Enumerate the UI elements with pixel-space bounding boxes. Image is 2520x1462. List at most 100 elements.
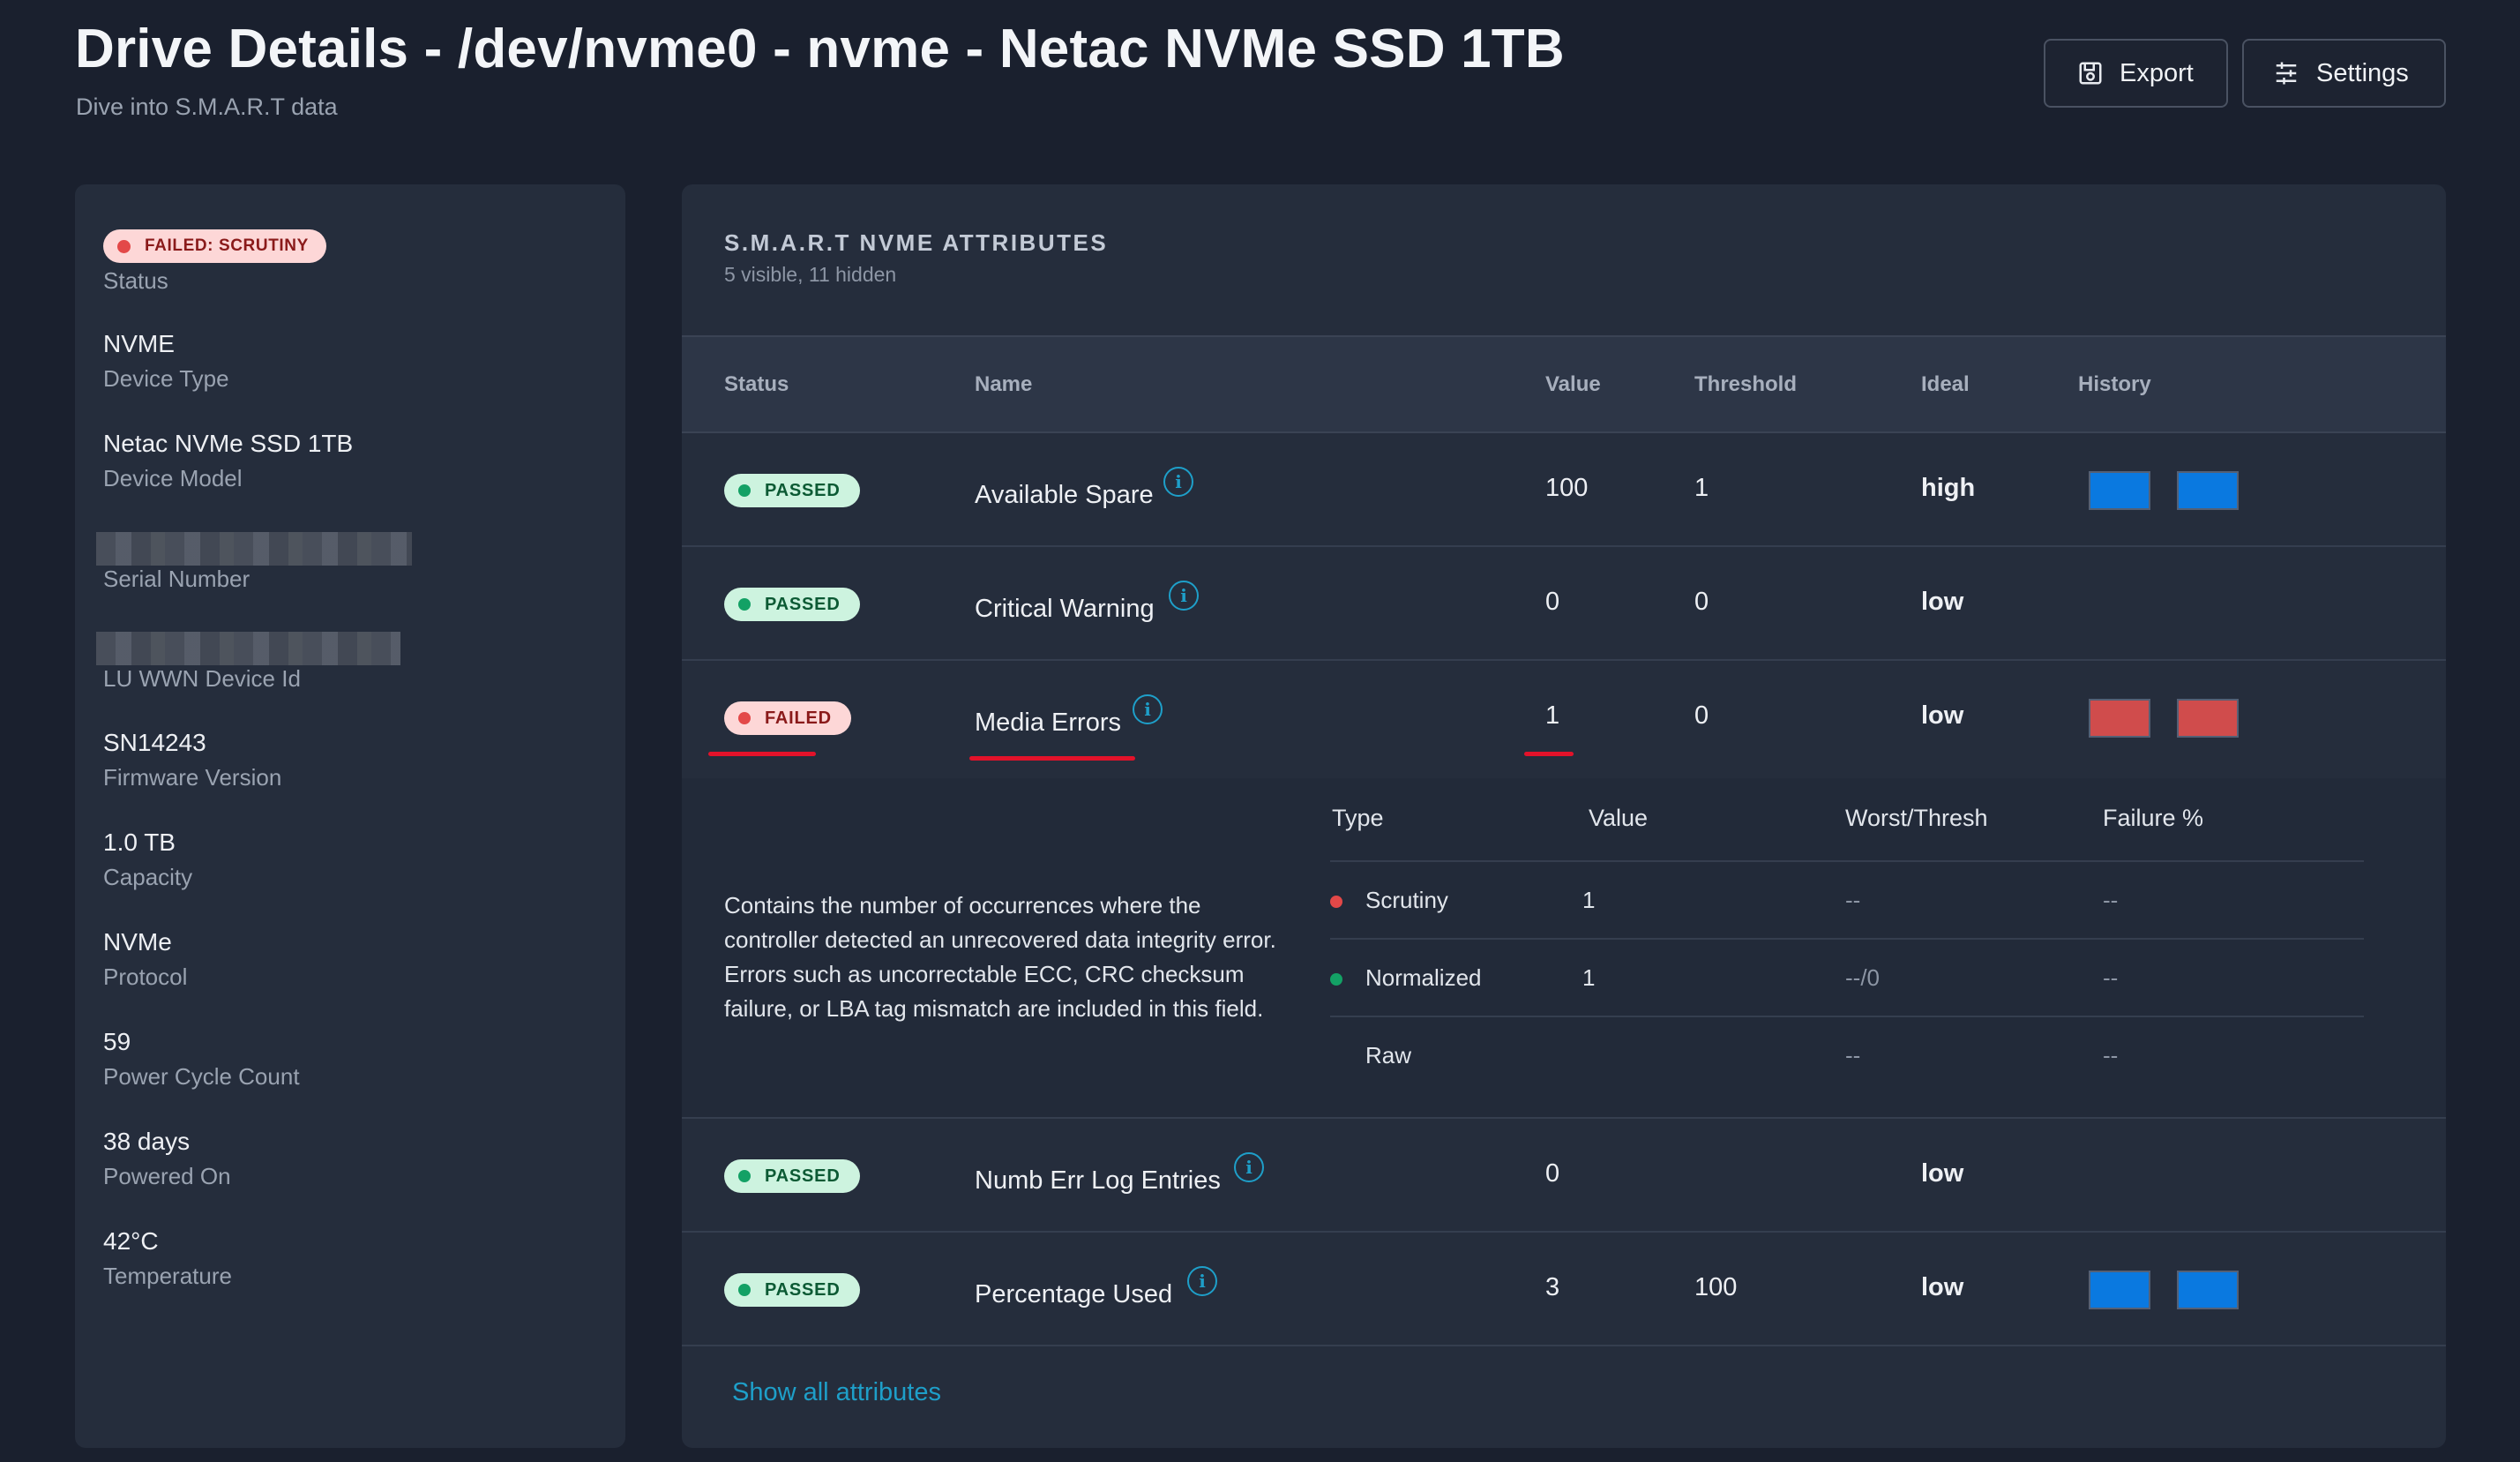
attributes-title: S.M.A.R.T NVME ATTRIBUTES <box>724 229 1109 256</box>
detail-row: Scrutiny 1 -- -- <box>1330 860 2364 940</box>
serial-number-redacted <box>96 532 412 566</box>
info-icon[interactable]: i <box>1187 1266 1217 1296</box>
detail-failure: -- <box>2103 1042 2119 1068</box>
info-icon[interactable]: i <box>1234 1152 1264 1182</box>
col-ideal[interactable]: Ideal <box>1921 372 1970 397</box>
attribute-name: Available Spare <box>975 481 1154 509</box>
sliders-icon <box>2276 62 2297 85</box>
power-cycle-value: 59 <box>103 1028 131 1055</box>
device-type-label: Device Type <box>103 365 229 392</box>
wwn-field: LU WWN Device Id <box>103 665 301 693</box>
attribute-value: 0 <box>1545 1159 1560 1188</box>
firmware-value: SN14243 <box>103 729 206 756</box>
passed-dot <box>1330 973 1342 986</box>
status-pill: PASSED <box>724 588 860 621</box>
attribute-ideal: low <box>1921 701 1964 730</box>
col-name[interactable]: Name <box>975 372 1032 397</box>
detail-worst: -- <box>1845 1042 1861 1068</box>
detail-row: Normalized 1 --/0 -- <box>1330 938 2364 1017</box>
info-icon[interactable]: i <box>1133 694 1163 724</box>
capacity-value: 1.0 TB <box>103 828 176 856</box>
detail-type: Scrutiny <box>1365 887 1448 913</box>
status-dot <box>738 1170 751 1182</box>
col-value[interactable]: Value <box>1545 372 1601 397</box>
protocol-label: Protocol <box>103 963 188 990</box>
col-threshold[interactable]: Threshold <box>1694 372 1797 397</box>
wwn-redacted <box>96 632 400 665</box>
history-bar <box>2177 1271 2239 1309</box>
history-bar <box>2089 471 2150 510</box>
status-dot <box>738 1284 751 1296</box>
capacity-field: 1.0 TB Capacity <box>103 828 192 891</box>
page-subtitle: Dive into S.M.A.R.T data <box>76 94 338 120</box>
highlight-underline <box>969 756 1135 761</box>
status-text: PASSED <box>765 1166 841 1186</box>
protocol-value: NVMe <box>103 928 172 956</box>
export-label: Export <box>2120 58 2194 87</box>
powered-on-value: 38 days <box>103 1128 191 1155</box>
capacity-label: Capacity <box>103 864 193 890</box>
device-model-field: Netac NVMe SSD 1TB Device Model <box>103 430 353 492</box>
power-cycle-label: Power Cycle Count <box>103 1063 300 1090</box>
table-header: Status Name Value Threshold Ideal Histor… <box>682 335 2446 433</box>
status-text: PASSED <box>765 1279 841 1300</box>
detail-col-worst: Worst/Thresh <box>1845 805 1988 831</box>
show-all-attributes-link[interactable]: Show all attributes <box>732 1378 941 1407</box>
attribute-threshold: 100 <box>1694 1273 1738 1301</box>
device-model-label: Device Model <box>103 465 243 491</box>
device-info-panel: FAILED: SCRUTINY Status NVME Device Type… <box>75 184 625 1448</box>
detail-failure: -- <box>2103 887 2119 913</box>
highlight-underline <box>708 752 816 756</box>
status-badge: FAILED: SCRUTINY <box>103 229 326 263</box>
detail-type: Normalized <box>1365 964 1482 991</box>
detail-col-value: Value <box>1589 805 1649 831</box>
attribute-description: Contains the number of occurrences where… <box>724 892 1276 1022</box>
detail-worst: --/0 <box>1845 964 1880 991</box>
detail-row: Raw -- -- <box>1330 1016 2364 1095</box>
info-icon[interactable]: i <box>1169 581 1199 611</box>
table-row[interactable]: PASSED Available Spare i 100 1 high <box>682 433 2446 547</box>
detail-type: Raw <box>1365 1042 1412 1068</box>
attribute-value: 1 <box>1545 701 1560 730</box>
failed-dot <box>1330 896 1342 908</box>
attributes-panel: S.M.A.R.T NVME ATTRIBUTES 5 visible, 11 … <box>682 184 2446 1448</box>
history-bar <box>2089 699 2150 738</box>
firmware-field: SN14243 Firmware Version <box>103 729 281 791</box>
col-status[interactable]: Status <box>724 372 789 397</box>
page-title: Drive Details - /dev/nvme0 - nvme - Neta… <box>75 19 1565 79</box>
table-row[interactable]: PASSED Critical Warning i 0 0 low <box>682 547 2446 661</box>
settings-button[interactable]: Settings <box>2242 39 2446 108</box>
table-row[interactable]: PASSED Numb Err Log Entries i 0 low <box>682 1119 2446 1233</box>
detail-worst: -- <box>1845 887 1861 913</box>
settings-label: Settings <box>2316 58 2409 87</box>
attribute-ideal: low <box>1921 588 1964 616</box>
attribute-threshold: 0 <box>1694 701 1709 730</box>
device-type-value: NVME <box>103 330 175 357</box>
status-text: FAILED <box>765 708 832 728</box>
history-bar <box>2089 1271 2150 1309</box>
export-button[interactable]: Export <box>2044 39 2228 108</box>
table-row[interactable]: PASSED Percentage Used i 3 100 low <box>682 1233 2446 1346</box>
col-history[interactable]: History <box>2078 372 2151 397</box>
status-label: Status <box>103 267 168 294</box>
table-row[interactable]: FAILED Media Errors i 1 0 low <box>682 661 2446 775</box>
status-pill: PASSED <box>724 474 860 507</box>
attribute-name: Numb Err Log Entries <box>975 1166 1221 1195</box>
attribute-detail: Contains the number of occurrences where… <box>682 778 2446 1119</box>
powered-on-label: Powered On <box>103 1163 231 1189</box>
device-type-field: NVME Device Type <box>103 330 229 393</box>
status-text: PASSED <box>765 480 841 500</box>
info-icon[interactable]: i <box>1163 467 1193 497</box>
detail-col-failure: Failure % <box>2103 805 2204 831</box>
status-dot <box>117 239 131 253</box>
attribute-ideal: low <box>1921 1273 1964 1301</box>
history-bar <box>2177 471 2239 510</box>
temperature-value: 42°C <box>103 1227 159 1255</box>
status-pill: PASSED <box>724 1273 860 1307</box>
status-pill: FAILED <box>724 701 851 735</box>
power-cycle-field: 59 Power Cycle Count <box>103 1028 300 1091</box>
status-field: Status <box>103 267 168 295</box>
serial-number-field: Serial Number <box>103 566 250 593</box>
save-icon <box>2079 62 2102 85</box>
status-badge-text: FAILED: SCRUTINY <box>145 236 309 255</box>
